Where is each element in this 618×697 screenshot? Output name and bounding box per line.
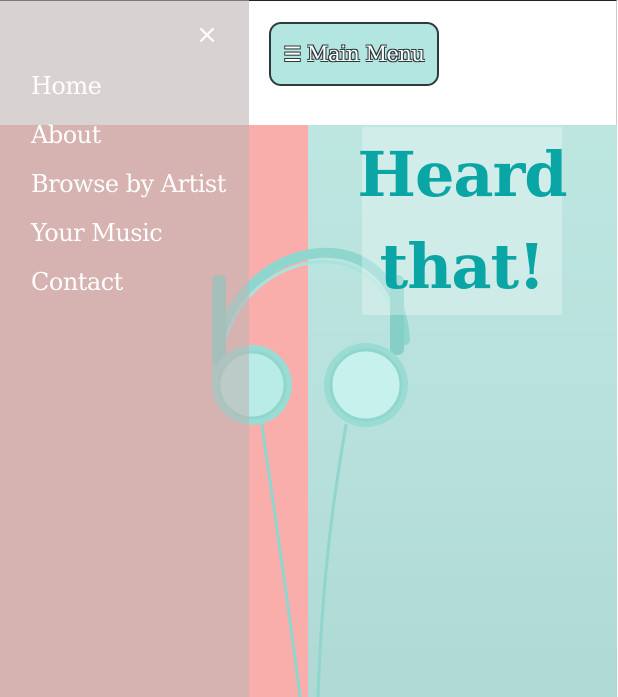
nav-item-contact[interactable]: Contact <box>31 262 226 311</box>
hero-title-line-2: that! <box>379 230 546 303</box>
nav-list: Home About Browse by Artist Your Music C… <box>31 66 226 311</box>
main-menu-button[interactable]: ☰ Main Menu <box>269 22 439 86</box>
hero-title-line-1: Heard <box>357 138 567 211</box>
side-navigation: × Home About Browse by Artist Your Music… <box>0 0 249 697</box>
main-menu-label: Main Menu <box>307 42 425 66</box>
hamburger-icon: ☰ <box>283 42 302 66</box>
nav-item-browse-by-artist[interactable]: Browse by Artist <box>31 164 226 213</box>
close-icon[interactable]: × <box>196 22 218 48</box>
nav-item-about[interactable]: About <box>31 115 226 164</box>
nav-item-your-music[interactable]: Your Music <box>31 213 226 262</box>
nav-item-home[interactable]: Home <box>31 66 226 115</box>
hero-title: Heard that! <box>357 127 568 315</box>
